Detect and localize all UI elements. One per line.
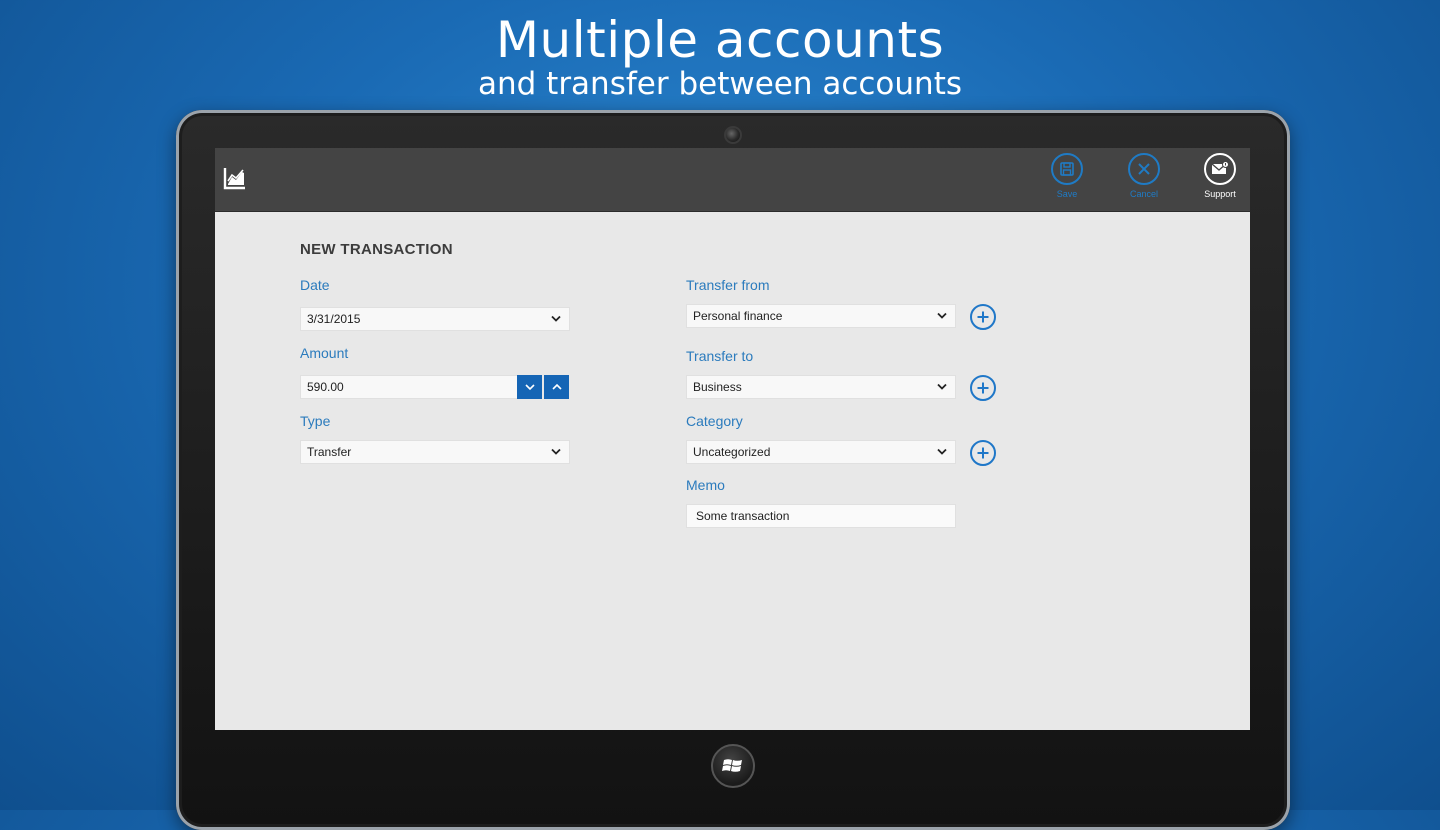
add-category-button[interactable] (970, 440, 996, 466)
chevron-down-icon (551, 448, 561, 455)
support-button[interactable]: Support (1190, 153, 1250, 199)
category-select[interactable]: Uncategorized (686, 440, 956, 464)
category-value: Uncategorized (693, 445, 771, 459)
add-account-from-button[interactable] (970, 304, 996, 330)
app-screen: Save Cancel Support NEW TRANSACTION Date… (215, 148, 1250, 730)
date-picker[interactable]: 3/31/2015 (300, 307, 570, 331)
transfer-to-select[interactable]: Business (686, 375, 956, 399)
chevron-down-icon (937, 383, 947, 390)
chevron-down-icon (937, 312, 947, 319)
memo-input[interactable]: Some transaction (686, 504, 956, 528)
mail-icon (1204, 153, 1236, 185)
hero-subtitle: and transfer between accounts (477, 66, 962, 102)
windows-logo-icon (722, 759, 742, 772)
amount-input[interactable]: 590.00 (300, 375, 518, 399)
transfer-from-label: Transfer from (686, 277, 770, 293)
amount-value: 590.00 (307, 380, 344, 394)
amount-label: Amount (300, 345, 349, 361)
camera-icon (724, 126, 742, 144)
transfer-from-value: Personal finance (693, 309, 783, 323)
save-icon (1051, 153, 1083, 185)
app-bar: Save Cancel Support (215, 148, 1250, 212)
chevron-down-icon (524, 384, 535, 391)
chevron-down-icon (551, 315, 561, 322)
windows-button[interactable] (711, 744, 755, 788)
page-title: NEW TRANSACTION (300, 241, 453, 258)
close-icon (1128, 153, 1160, 185)
date-value: 3/31/2015 (307, 312, 361, 326)
type-value: Transfer (307, 445, 352, 459)
memo-value: Some transaction (696, 509, 790, 523)
date-label: Date (300, 277, 330, 293)
hero-title: Multiple accounts (495, 11, 945, 69)
tablet-frame: Save Cancel Support NEW TRANSACTION Date… (176, 110, 1290, 830)
cancel-button[interactable]: Cancel (1114, 153, 1174, 199)
save-label: Save (1056, 189, 1078, 199)
decrement-button[interactable] (517, 375, 542, 399)
plus-icon (977, 447, 989, 459)
type-select[interactable]: Transfer (300, 440, 570, 464)
add-account-to-button[interactable] (970, 375, 996, 401)
memo-label: Memo (686, 477, 725, 493)
chevron-down-icon (937, 448, 947, 455)
support-label: Support (1204, 189, 1236, 199)
plus-icon (977, 382, 989, 394)
chart-icon[interactable] (223, 166, 247, 190)
chevron-up-icon (551, 383, 562, 390)
category-label: Category (686, 413, 743, 429)
transfer-to-label: Transfer to (686, 348, 754, 364)
transfer-from-select[interactable]: Personal finance (686, 304, 956, 328)
save-button[interactable]: Save (1037, 153, 1097, 199)
cancel-label: Cancel (1129, 189, 1158, 199)
transfer-to-value: Business (693, 380, 742, 394)
plus-icon (977, 311, 989, 323)
increment-button[interactable] (544, 375, 569, 399)
transaction-form: NEW TRANSACTION Date 3/31/2015 Amount 59… (215, 212, 1250, 730)
type-label: Type (300, 413, 331, 429)
